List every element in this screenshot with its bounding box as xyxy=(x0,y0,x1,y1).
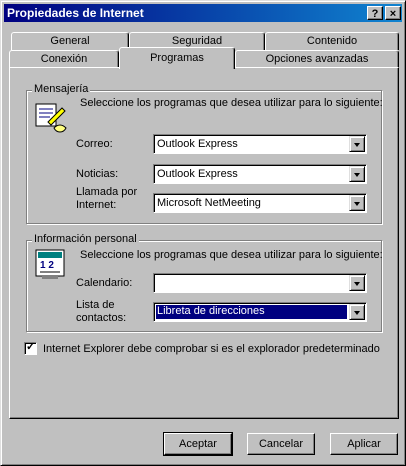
contacts-label-line1: Lista de xyxy=(76,299,115,311)
mail-program-value: Outlook Express xyxy=(157,138,238,150)
chevron-down-icon[interactable] xyxy=(349,166,365,182)
window-title: Propiedades de Internet xyxy=(7,6,144,20)
messaging-icon xyxy=(35,103,67,133)
tab-contenido[interactable]: Contenido xyxy=(265,32,399,50)
personal-info-group-title: Información personal xyxy=(32,233,139,245)
ok-button[interactable]: Aceptar xyxy=(163,432,233,456)
news-label: Noticias: xyxy=(76,168,119,180)
apply-button[interactable]: Aplicar xyxy=(330,433,398,455)
tab-general[interactable]: General xyxy=(11,32,129,50)
contacts-program-value: Libreta de direcciones xyxy=(155,304,348,320)
calendar-label: Calendario: xyxy=(76,277,133,289)
close-button[interactable]: × xyxy=(385,6,401,20)
chevron-down-icon[interactable] xyxy=(349,195,365,211)
calendar-program-select[interactable] xyxy=(153,273,367,293)
cancel-button[interactable]: Cancelar xyxy=(247,433,315,455)
internet-call-label-line1: Llamada por xyxy=(76,186,138,198)
internet-call-program-value: Microsoft NetMeeting xyxy=(157,197,261,209)
address-card-icon: 1 2 xyxy=(35,249,65,279)
tab-conexion[interactable]: Conexión xyxy=(9,50,119,68)
default-browser-label[interactable]: Internet Explorer debe comprobar si es e… xyxy=(43,343,380,355)
programas-panel: Mensajería Seleccione los programas que … xyxy=(9,67,399,419)
news-program-value: Outlook Express xyxy=(157,168,238,180)
tab-programas[interactable]: Programas xyxy=(119,47,235,69)
svg-text:1 2: 1 2 xyxy=(40,260,54,271)
messaging-group-title: Mensajería xyxy=(32,83,91,95)
internet-call-label-line2: Internet: xyxy=(76,199,117,211)
internet-properties-window: Propiedades de Internet ? × General Segu… xyxy=(0,0,406,466)
news-program-select[interactable]: Outlook Express xyxy=(153,164,367,184)
help-button[interactable]: ? xyxy=(367,6,383,20)
title-bar[interactable]: Propiedades de Internet ? × xyxy=(4,4,402,22)
default-browser-checkbox[interactable]: ✓ xyxy=(24,341,37,355)
checkmark-icon: ✓ xyxy=(26,341,36,353)
messaging-description: Seleccione los programas que desea utili… xyxy=(80,97,383,109)
chevron-down-icon[interactable] xyxy=(349,304,365,320)
mail-program-select[interactable]: Outlook Express xyxy=(153,134,367,154)
chevron-down-icon[interactable] xyxy=(349,136,365,152)
contacts-label-line2: contactos: xyxy=(76,312,127,324)
contacts-program-select[interactable]: Libreta de direcciones xyxy=(153,302,367,322)
personal-description: Seleccione los programas que desea utili… xyxy=(80,249,383,261)
tab-opciones-avanzadas[interactable]: Opciones avanzadas xyxy=(235,50,399,68)
internet-call-program-select[interactable]: Microsoft NetMeeting xyxy=(153,193,367,213)
chevron-down-icon[interactable] xyxy=(349,275,365,291)
mail-label: Correo: xyxy=(76,138,113,150)
